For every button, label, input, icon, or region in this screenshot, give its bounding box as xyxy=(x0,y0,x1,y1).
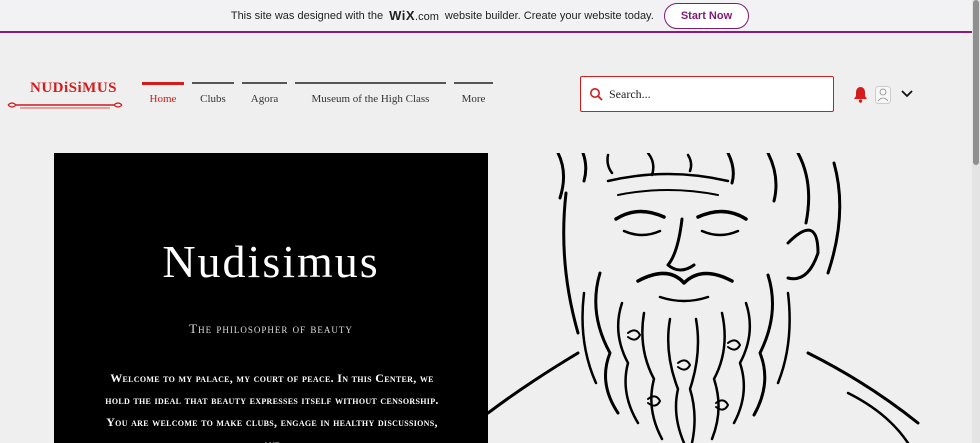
nav-item-museum[interactable]: Museum of the High Class xyxy=(295,82,446,105)
wix-brand: WiX xyxy=(389,8,416,23)
hero-title: Nudisimus xyxy=(162,236,380,287)
nav-item-agora[interactable]: Agora xyxy=(242,82,287,105)
hero-panel: Nudisimus The philosopher of beauty Welc… xyxy=(54,153,488,443)
notification-bell-icon[interactable] xyxy=(853,86,868,103)
logo-underline-ornament xyxy=(7,102,123,109)
main-nav: Home Clubs Agora Museum of the High Clas… xyxy=(142,82,501,105)
wix-brand-suffix: .com xyxy=(415,11,439,23)
search-input[interactable] xyxy=(609,86,809,102)
logo-text: NUDiSiMUS xyxy=(30,80,118,96)
philosopher-portrait-illustration xyxy=(488,153,920,443)
wix-banner: This site was designed with the WiX.com … xyxy=(0,0,980,33)
page-scrollbar-thumb[interactable] xyxy=(973,0,979,165)
hero-subtitle: The philosopher of beauty xyxy=(189,321,353,336)
user-avatar-icon[interactable] xyxy=(875,86,891,104)
search-icon xyxy=(590,88,603,101)
start-now-button[interactable]: Start Now xyxy=(663,2,750,29)
site-logo[interactable]: NUDiSiMUS xyxy=(6,80,124,110)
search-box[interactable] xyxy=(580,76,834,112)
banner-suffix: website builder. Create your website tod… xyxy=(444,9,654,22)
nav-item-clubs[interactable]: Clubs xyxy=(192,82,234,105)
hero-body-text: Welcome to my palace, my court of peace.… xyxy=(105,371,439,443)
nav-item-more[interactable]: More xyxy=(454,82,493,105)
wix-logo: WiX.com xyxy=(389,8,439,23)
banner-prefix: This site was designed with the xyxy=(230,9,384,22)
chevron-down-icon[interactable] xyxy=(901,89,913,99)
nav-item-home[interactable]: Home xyxy=(142,82,184,105)
